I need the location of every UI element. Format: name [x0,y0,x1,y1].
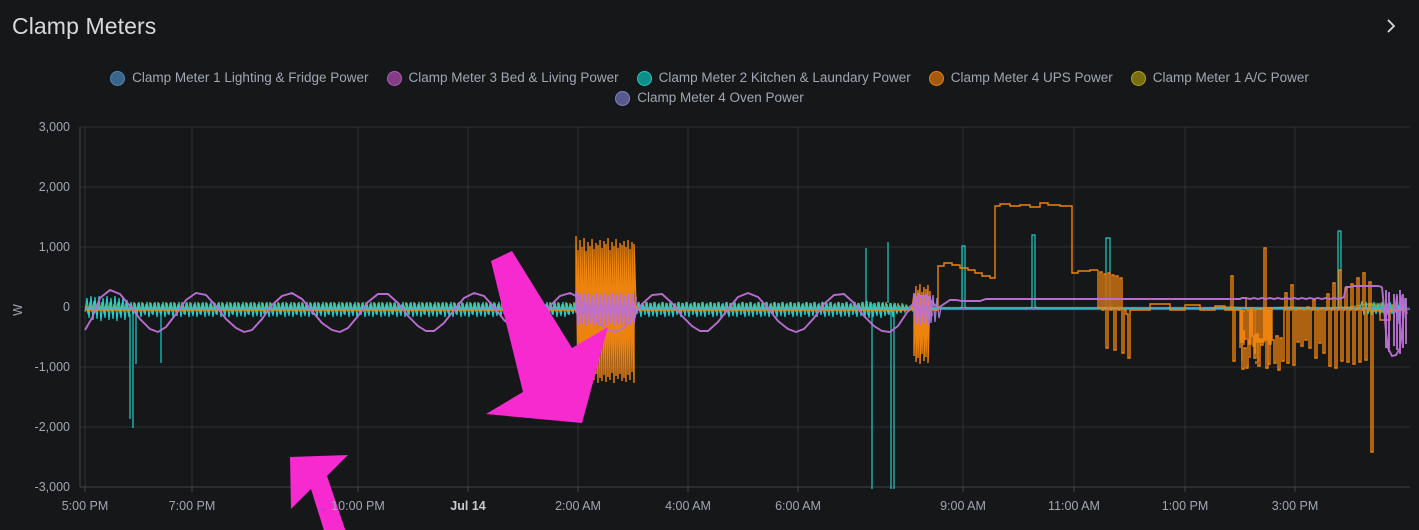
legend-color-swatch [1130,70,1146,86]
chevron-right-icon[interactable] [1377,12,1405,40]
legend-item-ups-power[interactable]: Clamp Meter 4 UPS Power [928,68,1113,88]
x-tick-label: 10:00 PM [331,499,385,513]
legend-item-oven-power[interactable]: Clamp Meter 4 Oven Power [615,88,804,108]
panel-header: Clamp Meters [0,0,1419,52]
annotation-arrow-up-left [290,455,348,530]
legend-item-ac-power[interactable]: Clamp Meter 1 A/C Power [1130,68,1309,88]
x-axis-labels: 5:00 PM 7:00 PM 10:00 PM Jul 14 2:00 AM … [62,499,1319,513]
legend-color-swatch [636,70,652,86]
x-tick-label: 11:00 AM [1048,499,1100,513]
legend-item-bed-living[interactable]: Clamp Meter 3 Bed & Living Power [386,68,619,88]
y-tick-label: 3,000 [39,120,70,134]
time-series-chart[interactable]: 3,000 2,000 1,000 0 -1,000 -2,000 -3,000… [0,118,1419,530]
y-tick-label: -3,000 [35,480,70,494]
series-kitchen-laundary [84,230,1407,489]
legend-item-label: Clamp Meter 1 A/C Power [1152,70,1309,85]
x-tick-label: 3:00 PM [1272,499,1319,513]
x-tick-label: 5:00 PM [62,499,109,513]
y-axis-labels: 3,000 2,000 1,000 0 -1,000 -2,000 -3,000 [35,120,71,494]
y-tick-label: 1,000 [39,240,70,254]
x-tick-label: 6:00 AM [775,499,821,513]
legend-item-label: Clamp Meter 3 Bed & Living Power [408,70,619,85]
legend-item-label: Clamp Meter 4 Oven Power [637,90,804,105]
x-tick-label: 1:00 PM [1162,499,1209,513]
page-title: Clamp Meters [12,12,157,39]
x-tick-label: 2:00 AM [555,499,601,513]
legend-color-swatch [110,70,126,86]
legend-row-1: Clamp Meter 1 Lighting & Fridge Power Cl… [0,68,1419,88]
legend-item-kitchen-laundary[interactable]: Clamp Meter 2 Kitchen & Laundary Power [636,68,911,88]
legend-item-label: Clamp Meter 1 Lighting & Fridge Power [132,70,369,85]
y-tick-label: 0 [63,300,70,314]
series-ups-power [85,202,1406,453]
x-axis-ticks [84,487,1296,492]
legend-color-swatch [615,90,631,106]
x-tick-label: 4:00 AM [665,499,711,513]
legend-item-label: Clamp Meter 4 UPS Power [950,70,1113,85]
x-tick-label-day-boundary: Jul 14 [450,499,485,513]
legend-row-2: Clamp Meter 4 Oven Power [0,88,1419,108]
series-bed-living [84,285,1407,358]
legend-item-label: Clamp Meter 2 Kitchen & Laundary Power [658,70,911,85]
legend-color-swatch [928,70,944,86]
chart-legend: Clamp Meter 1 Lighting & Fridge Power Cl… [0,68,1419,108]
series-plot-area [84,202,1410,489]
y-tick-label: -1,000 [35,360,70,374]
chart-canvas: 3,000 2,000 1,000 0 -1,000 -2,000 -3,000… [11,120,1410,530]
y-axis-title: W [11,304,25,316]
legend-item-lighting-fridge[interactable]: Clamp Meter 1 Lighting & Fridge Power [110,68,369,88]
y-tick-label: -2,000 [35,420,70,434]
y-tick-label: 2,000 [39,180,70,194]
x-tick-label: 7:00 PM [169,499,216,513]
legend-color-swatch [386,70,402,86]
x-tick-label: 9:00 AM [940,499,986,513]
dashboard-panel: Clamp Meters Clamp Meter 1 Lighting & Fr… [0,0,1419,530]
